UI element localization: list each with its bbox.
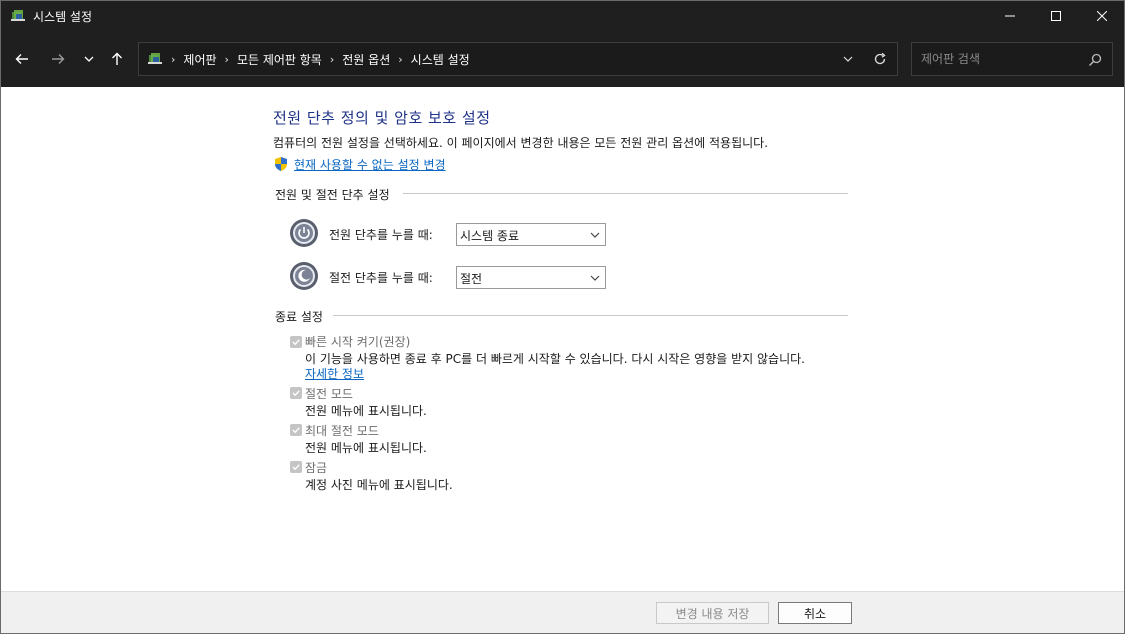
close-icon [1097, 11, 1107, 21]
sleep-button-label: 절전 단추를 누를 때: [329, 271, 433, 285]
cancel-button[interactable]: 취소 [778, 602, 852, 624]
breadcrumb-separator-icon[interactable]: › [225, 53, 229, 66]
sleep-mode-label: 절전 모드 [305, 387, 353, 401]
control-panel-icon [11, 10, 25, 21]
chevron-down-icon [843, 56, 853, 62]
checkmark-icon [292, 464, 300, 471]
sleep-button-action-select[interactable]: 절전 [456, 266, 606, 289]
page-title: 전원 단추 정의 및 암호 보호 설정 [273, 109, 491, 127]
lock-checkbox[interactable] [290, 461, 302, 473]
breadcrumb-separator-icon[interactable]: › [330, 53, 334, 66]
refresh-icon [874, 52, 886, 65]
fast-startup-checkbox[interactable] [290, 336, 302, 348]
lock-description: 계정 사진 메뉴에 표시됩니다. [305, 478, 453, 492]
hibernate-label: 최대 절전 모드 [305, 424, 379, 438]
minimize-button[interactable] [987, 1, 1033, 31]
hibernate-checkbox[interactable] [290, 424, 302, 436]
sleep-mode-checkbox[interactable] [290, 387, 302, 399]
forward-button[interactable] [45, 45, 71, 73]
close-button[interactable] [1079, 1, 1124, 31]
save-changes-button[interactable]: 변경 내용 저장 [656, 602, 769, 624]
up-button[interactable] [104, 45, 130, 73]
window-title: 시스템 설정 [33, 10, 93, 24]
fast-startup-description: 이 기능을 사용하면 종료 후 PC를 더 빠르게 시작할 수 있습니다. 다시… [305, 352, 805, 366]
search-input[interactable] [921, 51, 1081, 67]
sleep-button-action-value: 절전 [460, 272, 483, 286]
minimize-icon [1005, 15, 1015, 17]
power-section-title: 전원 및 절전 단추 설정 [275, 186, 396, 203]
checkmark-icon [292, 339, 300, 346]
page-description: 컴퓨터의 전원 설정을 선택하세요. 이 페이지에서 변경한 내용은 모든 전원… [273, 136, 769, 150]
address-bar[interactable]: › 제어판 › 모든 제어판 항목 › 전원 옵션 › 시스템 설정 [138, 42, 898, 76]
sleep-mode-description: 전원 메뉴에 표시됩니다. [305, 404, 427, 418]
change-unavailable-settings-link[interactable]: 현재 사용할 수 없는 설정 변경 [294, 156, 446, 173]
power-button-action-select[interactable]: 시스템 종료 [456, 223, 606, 246]
hibernate-description: 전원 메뉴에 표시됩니다. [305, 441, 427, 455]
sleep-button-icon [290, 262, 318, 290]
search-icon[interactable] [1088, 53, 1102, 67]
chevron-down-icon [590, 232, 600, 238]
more-info-link[interactable]: 자세한 정보 [305, 365, 364, 382]
arrow-left-icon [15, 54, 28, 64]
power-button-action-value: 시스템 종료 [460, 229, 520, 243]
power-button-label: 전원 단추를 누를 때: [329, 228, 433, 242]
search-box[interactable] [911, 42, 1113, 76]
back-button[interactable] [9, 45, 35, 73]
control-panel-window: 시스템 설정 › 제어판 › 모든 제어판 항목 › 전원 옵션 › 시스템 설… [0, 0, 1125, 634]
chevron-down-icon [590, 275, 600, 281]
breadcrumb-item[interactable]: 시스템 설정 [411, 51, 470, 68]
breadcrumb: › 제어판 › 모든 제어판 항목 › 전원 옵션 › 시스템 설정 [171, 43, 470, 75]
address-history-button[interactable] [839, 51, 857, 67]
control-panel-icon [148, 53, 162, 64]
breadcrumb-item[interactable]: 모든 제어판 항목 [237, 51, 322, 68]
section-divider [403, 193, 848, 194]
power-button-icon [290, 219, 318, 247]
arrow-right-icon [52, 54, 65, 64]
maximize-button[interactable] [1033, 1, 1079, 31]
refresh-button[interactable] [871, 50, 889, 68]
title-bar: 시스템 설정 [1, 1, 1124, 31]
maximize-icon [1051, 11, 1061, 21]
breadcrumb-item[interactable]: 제어판 [183, 51, 216, 68]
checkmark-icon [292, 427, 300, 434]
arrow-up-icon [112, 52, 122, 65]
breadcrumb-item[interactable]: 전원 옵션 [342, 51, 390, 68]
lock-label: 잠금 [305, 461, 328, 475]
checkmark-icon [292, 390, 300, 397]
recent-locations-button[interactable] [76, 45, 102, 73]
navigation-bar: › 제어판 › 모든 제어판 항목 › 전원 옵션 › 시스템 설정 [1, 31, 1124, 87]
shutdown-section-title: 종료 설정 [275, 308, 329, 325]
section-divider [333, 315, 848, 316]
breadcrumb-separator-icon[interactable]: › [398, 53, 402, 66]
uac-shield-icon [275, 157, 287, 171]
breadcrumb-separator-icon[interactable]: › [171, 53, 175, 66]
fast-startup-label: 빠른 시작 켜기(권장) [305, 335, 411, 349]
chevron-down-icon [84, 56, 94, 62]
footer-bar: 변경 내용 저장 취소 [1, 591, 1124, 633]
